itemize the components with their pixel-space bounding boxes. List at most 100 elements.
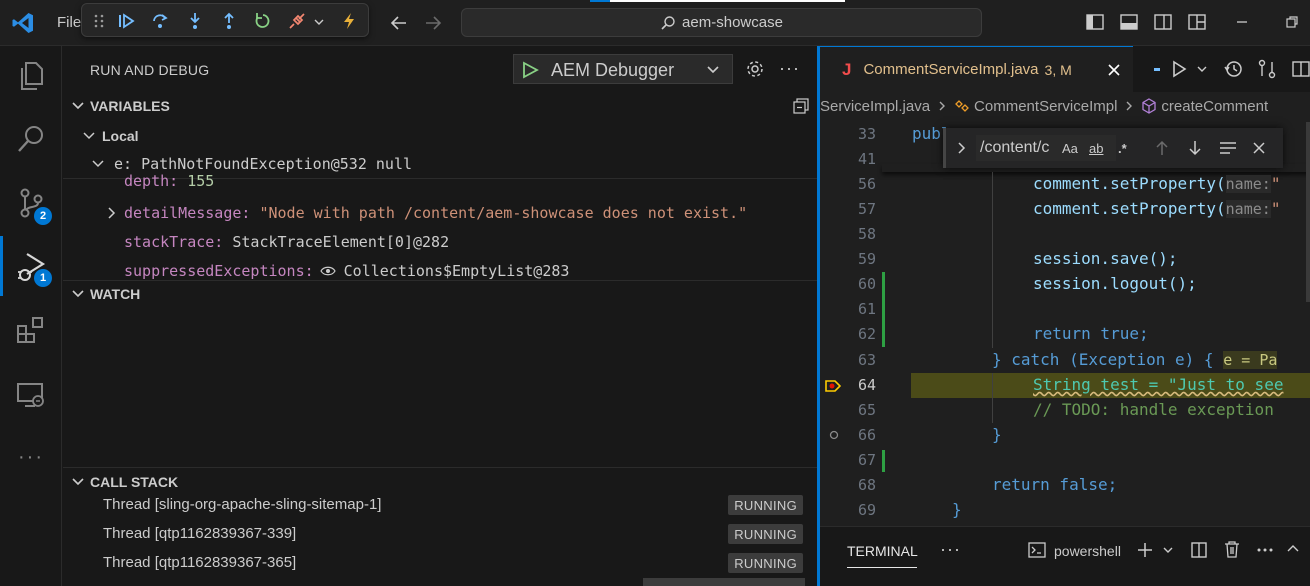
editor-tab-active[interactable]: J CommentServiceImpl.java 3, M — [820, 46, 1133, 92]
status-badge: RUNNING — [728, 495, 803, 515]
split-terminal-icon[interactable] — [1190, 541, 1208, 559]
chevron-down-icon[interactable] — [1162, 544, 1174, 556]
trash-icon[interactable] — [1223, 540, 1241, 559]
code-line: 68 return false; — [857, 475, 1118, 494]
variable-row[interactable]: stackTrace: StackTraceElement[0]@282 — [63, 228, 817, 256]
search-icon — [18, 126, 43, 152]
extensions-activity[interactable] — [0, 300, 62, 360]
compare-changes-icon[interactable] — [1257, 59, 1277, 79]
breadcrumb-method[interactable]: createComment — [1161, 98, 1268, 115]
arrow-up-icon[interactable] — [1154, 139, 1170, 157]
files-icon — [21, 62, 43, 90]
thread-name: Thread [sling-org-apache-sling-sitemap-1… — [103, 495, 382, 513]
eye-icon[interactable] — [319, 265, 336, 277]
activity-bar: 2 1 ··· — [0, 46, 62, 586]
source-control-activity[interactable]: 2 — [0, 173, 62, 233]
arrow-down-icon[interactable] — [1187, 139, 1203, 157]
use-regex-toggle[interactable]: .* — [1118, 141, 1127, 156]
drag-grip-icon[interactable] — [94, 13, 104, 29]
code-editor[interactable]: J CommentServiceImpl.java 3, M ServiceIm… — [820, 46, 1310, 526]
variable-name: stackTrace: — [124, 233, 224, 251]
tab-overflow-indicator — [1154, 68, 1160, 71]
match-case-toggle[interactable]: Aa — [1062, 141, 1078, 156]
toggle-panel-icon[interactable] — [1119, 12, 1139, 32]
more-activity-icon[interactable]: ··· — [0, 427, 62, 487]
toggle-secondary-sidebar-icon[interactable] — [1153, 12, 1173, 32]
view-title: RUN AND DEBUG — [90, 62, 210, 78]
explorer-activity[interactable] — [0, 46, 62, 106]
more-views-icon[interactable] — [1256, 541, 1274, 559]
chevron-up-icon[interactable] — [1286, 542, 1300, 556]
run-icon[interactable] — [1170, 60, 1188, 78]
partial-status-badge — [643, 578, 805, 586]
hot-code-replace-button[interactable] — [338, 10, 360, 32]
continue-button[interactable] — [115, 10, 137, 32]
callstack-title: CALL STACK — [90, 474, 179, 490]
start-debugging-icon[interactable] — [521, 61, 539, 79]
disconnect-plug-icon — [289, 13, 305, 29]
run-and-debug-view: RUN AND DEBUG AEM Debugger ··· VARIABLES… — [63, 46, 817, 586]
command-center-search[interactable]: aem-showcase — [461, 8, 982, 37]
gear-icon[interactable] — [745, 59, 765, 79]
chevron-down-icon[interactable] — [1196, 63, 1208, 75]
shell-name[interactable]: powershell — [1054, 543, 1121, 559]
breadcrumb-class[interactable]: CommentServiceImpl — [974, 98, 1117, 115]
variables-title: VARIABLES — [90, 98, 170, 114]
breadcrumb-file[interactable]: ServiceImpl.java — [820, 98, 930, 115]
find-in-selection-icon[interactable] — [1218, 139, 1238, 157]
editor-tab-bar: J CommentServiceImpl.java 3, M — [820, 46, 1310, 92]
menu-file[interactable]: File — [57, 14, 81, 31]
code-line: 67 — [857, 451, 876, 469]
restore-window-icon[interactable] — [1282, 12, 1302, 32]
history-icon[interactable] — [1223, 59, 1243, 79]
variable-row[interactable]: depth: 155 — [63, 169, 817, 193]
thread-row[interactable]: Thread [qtp1162839367-339] RUNNING — [103, 519, 803, 547]
close-icon[interactable] — [1251, 140, 1267, 156]
variable-value: StackTraceElement[0]@282 — [232, 233, 450, 251]
code-line: 69 } — [857, 500, 962, 519]
chevron-right-icon — [108, 207, 116, 219]
remote-explorer-activity[interactable] — [0, 365, 62, 425]
close-icon[interactable] — [1106, 62, 1122, 78]
variable-row[interactable]: detailMessage: "Node with path /content/… — [63, 199, 817, 227]
variable-name: depth: — [124, 172, 179, 190]
customize-layout-icon[interactable] — [1187, 12, 1207, 32]
thread-name: Thread [qtp1162839367-365] — [103, 553, 297, 571]
restart-button[interactable] — [252, 10, 274, 32]
step-into-button[interactable] — [184, 10, 206, 32]
step-over-button[interactable] — [149, 10, 171, 32]
watch-section-header[interactable]: WATCH — [63, 282, 817, 306]
split-editor-icon[interactable] — [1291, 59, 1310, 79]
title-bar: File aem-showcase — [0, 0, 1310, 46]
step-out-button[interactable] — [218, 10, 240, 32]
forward-arrow-icon[interactable] — [422, 12, 444, 34]
back-arrow-icon[interactable] — [388, 12, 410, 34]
code-line: 56 comment.setProperty(name:" — [857, 174, 1281, 193]
plus-icon[interactable] — [1136, 541, 1154, 559]
search-activity[interactable] — [0, 109, 62, 169]
variable-value: 155 — [187, 172, 215, 190]
panel-more-icon[interactable]: ··· — [940, 539, 961, 560]
lightning-icon — [344, 13, 354, 29]
method-icon — [1142, 98, 1157, 114]
minimize-window-icon[interactable] — [1232, 12, 1252, 32]
tab-terminal[interactable]: TERMINAL — [847, 543, 918, 559]
collapse-all-icon[interactable] — [793, 98, 809, 114]
minimap-slider[interactable] — [1306, 122, 1310, 302]
debug-config-select[interactable]: AEM Debugger — [513, 54, 733, 84]
disconnect-button[interactable] — [286, 10, 308, 32]
variables-section-header[interactable]: VARIABLES — [63, 94, 817, 118]
section-divider — [63, 467, 817, 468]
toggle-primary-sidebar-icon[interactable] — [1085, 12, 1105, 32]
code-line: 57 comment.setProperty(name:" — [857, 199, 1281, 218]
chevron-right-icon[interactable] — [954, 141, 968, 155]
active-tab-underline — [847, 567, 917, 568]
local-scope[interactable]: Local — [63, 122, 817, 150]
chevron-down-icon[interactable] — [313, 16, 325, 28]
thread-row[interactable]: Thread [qtp1162839367-365] RUNNING — [103, 548, 803, 576]
more-actions-icon[interactable]: ··· — [779, 58, 800, 79]
thread-row[interactable]: Thread [sling-org-apache-sling-sitemap-1… — [103, 490, 803, 518]
run-debug-activity[interactable]: 1 — [0, 236, 62, 296]
match-whole-word-toggle[interactable]: ab — [1089, 141, 1103, 156]
debug-toolbar — [81, 3, 369, 37]
